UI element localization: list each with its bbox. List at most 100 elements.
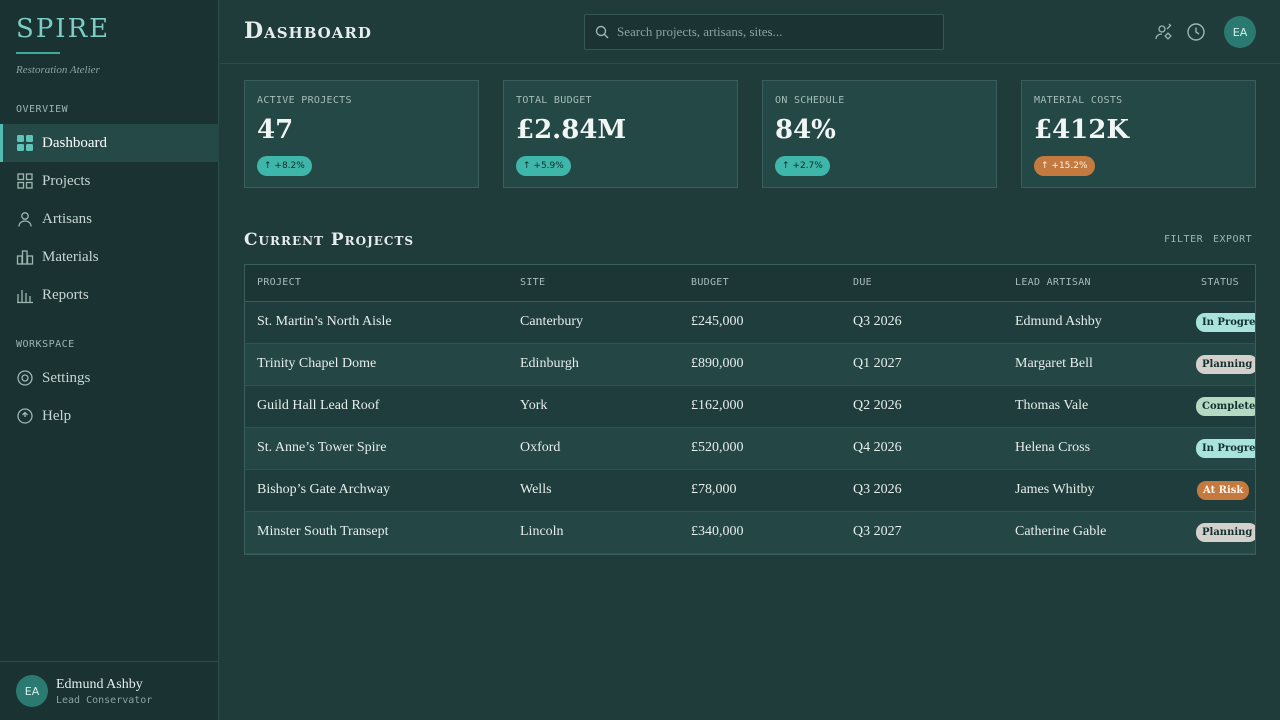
column-header-status[interactable]: STATUS	[1201, 277, 1239, 288]
status-badge: Planning	[1196, 523, 1255, 542]
stat-card-active-projects[interactable]: ACTIVE PROJECTS 47 ↑ +8.2%	[244, 80, 479, 188]
column-header-lead-artisan[interactable]: LEAD ARTISAN	[1015, 277, 1091, 288]
sidebar-item-dashboard[interactable]: Dashboard	[0, 124, 219, 162]
cell-project: St. Anne’s Tower Spire	[257, 440, 387, 455]
cell-site: York	[520, 398, 548, 413]
person-icon	[16, 210, 34, 228]
sidebar-item-settings[interactable]: Settings	[0, 359, 219, 397]
section-title: Current Projects	[244, 230, 415, 250]
blocks-icon	[16, 248, 34, 266]
cell-lead-artisan: Thomas Vale	[1015, 398, 1089, 413]
brand-divider	[16, 52, 60, 54]
cell-lead-artisan: Edmund Ashby	[1015, 314, 1102, 329]
column-header-due[interactable]: DUE	[853, 277, 872, 288]
cell-due: Q4 2026	[853, 440, 902, 455]
stat-label: MATERIAL COSTS	[1034, 95, 1123, 106]
search-input[interactable]	[617, 24, 927, 40]
trend-badge: ↑ +15.2%	[1034, 156, 1095, 176]
avatar[interactable]: EA	[16, 675, 48, 707]
cell-budget: £890,000	[691, 356, 744, 371]
status-badge: Complete	[1196, 397, 1255, 416]
export-button[interactable]: EXPORT	[1213, 234, 1252, 245]
sidebar-item-materials[interactable]: Materials	[0, 238, 219, 276]
stat-card-material-costs[interactable]: MATERIAL COSTS £412K ↑ +15.2%	[1021, 80, 1256, 188]
table-row[interactable]: St. Anne’s Tower Spire Oxford £520,000 Q4 2…	[245, 428, 1255, 470]
sidebar-item-label: Dashboard	[42, 134, 107, 151]
cell-lead-artisan: Margaret Bell	[1015, 356, 1093, 371]
cell-site: Edinburgh	[520, 356, 579, 371]
cell-project: Bishop’s Gate Archway	[257, 482, 390, 497]
cell-site: Canterbury	[520, 314, 583, 329]
sidebar-item-projects[interactable]: Projects	[0, 162, 219, 200]
search-icon	[595, 25, 609, 39]
squares-icon	[16, 172, 34, 190]
brand-logo[interactable]: SPIRE	[16, 14, 110, 44]
sidebar-item-label: Settings	[42, 369, 91, 386]
clock-icon[interactable]	[1186, 22, 1206, 42]
sidebar-item-reports[interactable]: Reports	[0, 276, 219, 314]
table-row[interactable]: Bishop’s Gate Archway Wells £78,000 Q3 2026…	[245, 470, 1255, 512]
table-row[interactable]: St. Martin’s North Aisle Canterbury £245,0…	[245, 302, 1255, 344]
cell-lead-artisan: Catherine Gable	[1015, 524, 1107, 539]
stat-label: TOTAL BUDGET	[516, 95, 592, 106]
cell-budget: £245,000	[691, 314, 744, 329]
cell-due: Q1 2027	[853, 356, 902, 371]
status-badge: Planning	[1196, 355, 1255, 374]
cell-due: Q3 2026	[853, 482, 902, 497]
cell-project: Trinity Chapel Dome	[257, 356, 377, 371]
stat-card-total-budget[interactable]: TOTAL BUDGET £2.84M ↑ +5.9%	[503, 80, 738, 188]
sidebar-item-artisans[interactable]: Artisans	[0, 200, 219, 238]
column-header-budget[interactable]: BUDGET	[691, 277, 729, 288]
cell-due: Q2 2026	[853, 398, 902, 413]
stat-label: ACTIVE PROJECTS	[257, 95, 352, 106]
cell-budget: £162,000	[691, 398, 744, 413]
user-profile[interactable]: EA Edmund Ashby Lead Conservator	[0, 661, 219, 720]
top-header: Dashboard EA	[220, 0, 1280, 64]
trend-badge: ↑ +2.7%	[775, 156, 830, 176]
sidebar-item-label: Projects	[42, 172, 91, 189]
column-header-project[interactable]: PROJECT	[257, 277, 301, 288]
stat-value: 47	[257, 115, 294, 145]
sidebar-item-label: Reports	[42, 286, 89, 303]
filter-button[interactable]: FILTER	[1164, 234, 1203, 245]
brand-tagline: Restoration Atelier	[16, 64, 100, 76]
status-badge: In Progress	[1196, 313, 1255, 332]
grid-icon	[16, 134, 34, 152]
sidebar-item-label: Artisans	[42, 210, 92, 227]
cell-budget: £78,000	[691, 482, 737, 497]
trend-badge: ↑ +8.2%	[257, 156, 312, 176]
cell-lead-artisan: James Whitby	[1015, 482, 1095, 497]
cell-due: Q3 2027	[853, 524, 902, 539]
table-header: PROJECT SITE BUDGET DUE LEAD ARTISAN STA…	[245, 265, 1255, 302]
cell-site: Wells	[520, 482, 552, 497]
table-row[interactable]: Minster South Transept Lincoln £340,000 Q3 …	[245, 512, 1255, 554]
user-settings-icon[interactable]	[1153, 22, 1173, 42]
user-name: Edmund Ashby	[56, 677, 143, 692]
search-box[interactable]	[584, 14, 944, 50]
cell-project: Minster South Transept	[257, 524, 389, 539]
gear-icon	[16, 369, 34, 387]
sidebar-item-label: Help	[42, 407, 72, 424]
status-badge: At Risk	[1197, 481, 1250, 500]
sidebar-item-label: Materials	[42, 248, 99, 265]
cell-project: St. Martin’s North Aisle	[257, 314, 392, 329]
bar-chart-icon	[16, 286, 34, 304]
stat-card-on-schedule[interactable]: ON SCHEDULE 84% ↑ +2.7%	[762, 80, 997, 188]
projects-table: PROJECT SITE BUDGET DUE LEAD ARTISAN STA…	[244, 264, 1256, 555]
sidebar: SPIRE Restoration Atelier OVERVIEW Dashb…	[0, 0, 219, 720]
table-row[interactable]: Guild Hall Lead Roof York £162,000 Q2 2026 T…	[245, 386, 1255, 428]
sidebar-item-help[interactable]: Help	[0, 397, 219, 435]
stat-value: £412K	[1034, 115, 1129, 145]
table-row[interactable]: Trinity Chapel Dome Edinburgh £890,000 Q1 2…	[245, 344, 1255, 386]
nav-section-overview: OVERVIEW	[16, 104, 69, 115]
cell-lead-artisan: Helena Cross	[1015, 440, 1091, 455]
status-badge: In Progress	[1196, 439, 1255, 458]
cell-budget: £520,000	[691, 440, 744, 455]
cell-budget: £340,000	[691, 524, 744, 539]
cell-site: Lincoln	[520, 524, 564, 539]
avatar[interactable]: EA	[1224, 16, 1256, 48]
help-icon	[16, 407, 34, 425]
user-role: Lead Conservator	[56, 695, 153, 706]
column-header-site[interactable]: SITE	[520, 277, 545, 288]
stat-value: £2.84M	[516, 115, 627, 145]
